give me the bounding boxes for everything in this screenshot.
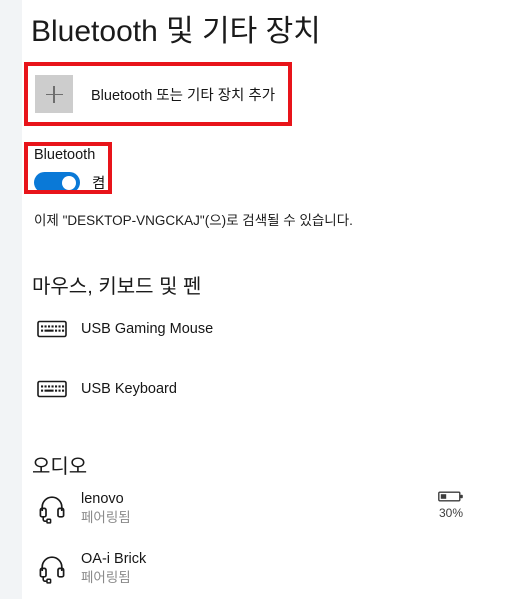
device-status: 페어링됨 [81, 510, 131, 525]
settings-content: Bluetooth 및 기타 장치 Bluetooth 또는 기타 장치 추가 … [22, 0, 510, 599]
toggle-knob [62, 175, 76, 190]
device-name: USB Keyboard [81, 381, 177, 397]
device-row-usb-gaming-mouse[interactable]: USB Gaming Mouse [34, 311, 496, 347]
battery-indicator: 30% [424, 490, 478, 520]
bluetooth-toggle-row: 켬 [34, 172, 105, 193]
device-name: lenovo [81, 491, 124, 507]
plus-icon [35, 75, 73, 113]
bluetooth-toggle-state-label: 켬 [92, 176, 106, 192]
battery-percent-label: 30% [438, 506, 464, 520]
bluetooth-toggle-group: Bluetooth 켬 [34, 146, 105, 193]
headset-icon [34, 551, 70, 587]
bluetooth-toggle-switch[interactable] [34, 172, 80, 193]
add-device-button[interactable]: Bluetooth 또는 기타 장치 추가 [35, 75, 275, 113]
device-row-usb-keyboard[interactable]: USB Keyboard [34, 371, 496, 407]
device-text: OA-i Brick 페어링됨 [81, 550, 146, 587]
device-text: USB Gaming Mouse [81, 320, 213, 338]
device-name: OA-i Brick [81, 551, 147, 567]
page-left-edge [0, 0, 22, 599]
add-device-label: Bluetooth 또는 기타 장치 추가 [91, 87, 276, 104]
keyboard-icon [34, 371, 70, 407]
device-row-oa-i-brick[interactable]: OA-i Brick 페어링됨 [34, 550, 496, 587]
discoverable-description: 이제 "DESKTOP-VNGCKAJ"(으)로 검색될 수 있습니다. [34, 213, 353, 228]
device-status: 페어링됨 [81, 570, 131, 585]
headset-icon [34, 491, 70, 527]
bluetooth-label: Bluetooth [34, 147, 96, 163]
device-text: USB Keyboard [81, 380, 177, 398]
section-title-audio: 오디오 [32, 456, 88, 478]
bluetooth-settings-page: Bluetooth 및 기타 장치 Bluetooth 또는 기타 장치 추가 … [0, 0, 510, 599]
device-name: USB Gaming Mouse [81, 321, 214, 337]
section-title-mouse-keyboard-pen: 마우스, 키보드 및 펜 [32, 276, 202, 298]
battery-icon [438, 491, 463, 502]
page-title: Bluetooth 및 기타 장치 [31, 15, 321, 48]
keyboard-icon [34, 311, 70, 347]
device-text: lenovo 페어링됨 [81, 490, 131, 527]
device-row-lenovo[interactable]: lenovo 페어링됨 30% [34, 490, 496, 527]
